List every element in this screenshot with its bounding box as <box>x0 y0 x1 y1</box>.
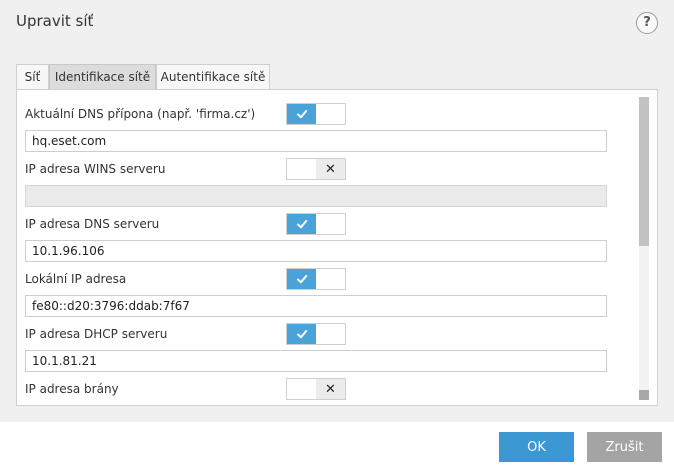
check-icon <box>287 269 316 289</box>
ok-button[interactable]: OK <box>499 432 574 462</box>
tab-sit[interactable]: Síť <box>16 64 49 89</box>
dns-suffix-toggle[interactable] <box>286 103 346 125</box>
dhcp-server-input[interactable] <box>25 350 607 372</box>
dns-suffix-label: Aktuální DNS přípona (např. 'firma.cz') <box>25 107 256 121</box>
wins-server-label: IP adresa WINS serveru <box>25 162 166 176</box>
dns-server-input[interactable] <box>25 240 607 262</box>
gateway-label: IP adresa brány <box>25 382 119 396</box>
local-ip-input[interactable] <box>25 295 607 317</box>
cross-icon: ✕ <box>316 379 345 399</box>
local-ip-toggle[interactable] <box>286 268 346 290</box>
dhcp-server-toggle[interactable] <box>286 323 346 345</box>
gateway-toggle[interactable]: ✕ <box>286 378 346 400</box>
check-icon <box>287 214 316 234</box>
wins-server-input[interactable] <box>25 185 607 207</box>
dns-server-label: IP adresa DNS serveru <box>25 217 160 231</box>
help-icon[interactable]: ? <box>636 12 658 34</box>
dhcp-server-label: IP adresa DHCP serveru <box>25 327 168 341</box>
settings-panel: Aktuální DNS přípona (např. 'firma.cz') … <box>16 89 658 406</box>
cross-icon: ✕ <box>316 159 345 179</box>
scroll-down-arrow-icon[interactable] <box>639 390 649 400</box>
tab-identifikace-site[interactable]: Identifikace sítě <box>49 64 156 89</box>
check-icon <box>287 324 316 344</box>
local-ip-label: Lokální IP adresa <box>25 272 127 286</box>
dns-suffix-input[interactable] <box>25 130 607 152</box>
wins-server-toggle[interactable]: ✕ <box>286 158 346 180</box>
scrollbar-thumb[interactable] <box>639 97 649 246</box>
cancel-button[interactable]: Zrušit <box>587 432 662 462</box>
dns-server-toggle[interactable] <box>286 213 346 235</box>
check-icon <box>287 104 316 124</box>
dialog-title: Upravit síť <box>16 12 94 30</box>
dialog-header: Upravit síť ? <box>0 0 674 44</box>
vertical-scrollbar[interactable] <box>639 97 649 400</box>
tab-autentifikace-site[interactable]: Autentifikace sítě <box>156 64 270 89</box>
